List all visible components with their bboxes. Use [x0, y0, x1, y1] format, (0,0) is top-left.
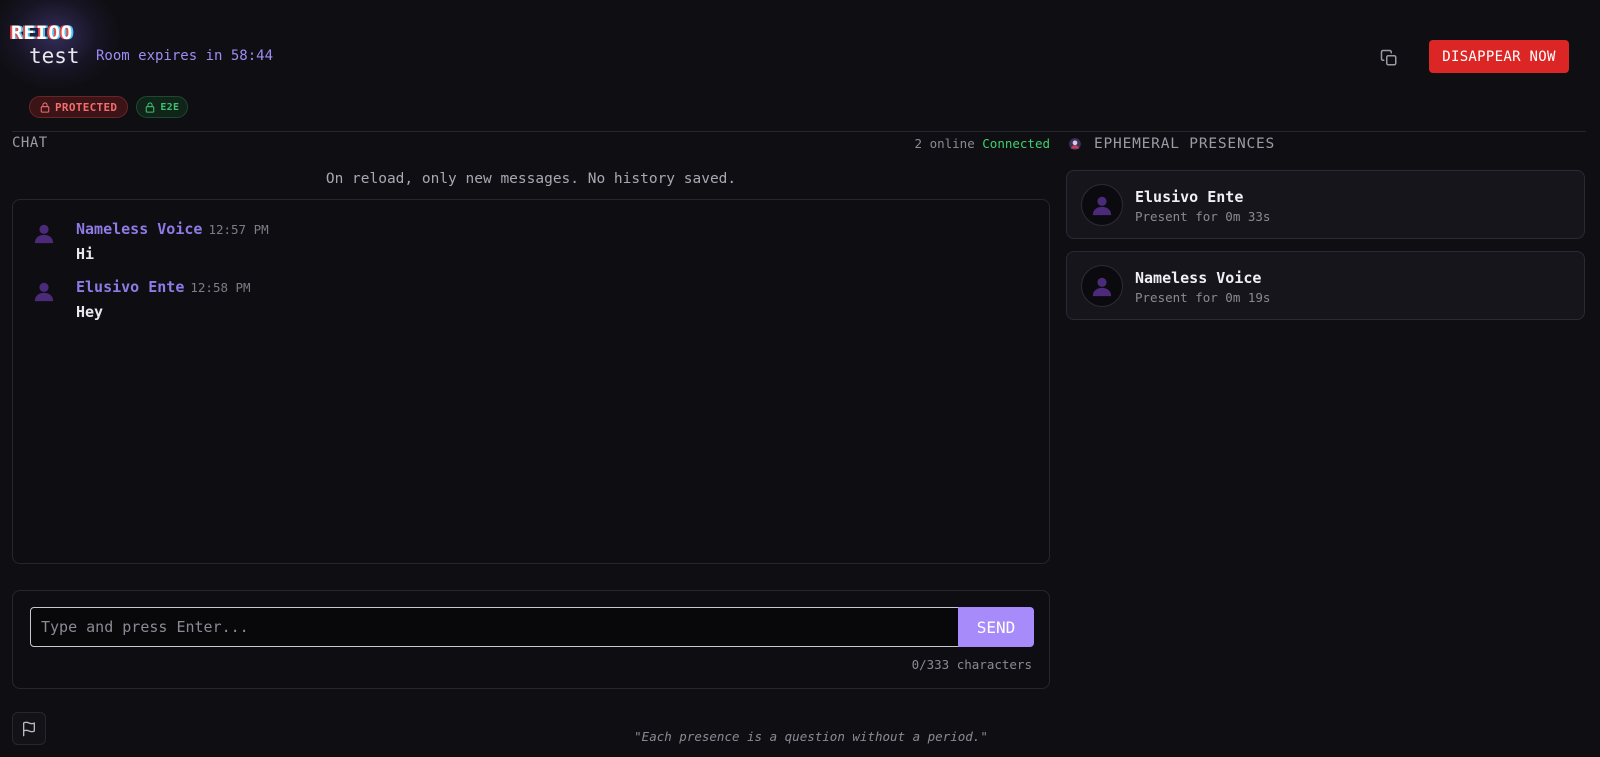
ghost-icon	[1069, 138, 1081, 150]
chat-title: CHAT	[12, 135, 48, 151]
presences-header: EPHEMERAL PRESENCES	[1068, 134, 1275, 154]
user-icon	[34, 224, 54, 244]
user-icon	[1092, 277, 1112, 297]
copy-link-button[interactable]	[1378, 47, 1400, 69]
user-icon	[34, 282, 54, 302]
presence-list: Elusivo Ente Present for 0m 33s Nameless…	[1066, 170, 1585, 332]
message-author: Nameless Voice 12:57 PM	[76, 220, 269, 238]
avatar	[1081, 265, 1123, 307]
presence-duration: Present for 0m 19s	[1135, 290, 1271, 305]
footer-quote: "Each presence is a question without a p…	[12, 729, 1588, 744]
send-button[interactable]: SEND	[958, 607, 1034, 647]
avatar	[1081, 184, 1123, 226]
presence-card: Elusivo Ente Present for 0m 33s	[1066, 170, 1585, 239]
app: REIOO test Room expires in 58:44 DISAPPE…	[0, 0, 1600, 757]
room-name: test	[29, 44, 80, 68]
copy-icon	[1380, 49, 1397, 66]
user-icon	[1092, 196, 1112, 216]
e2e-label: E2E	[160, 101, 180, 113]
message-list[interactable]: Nameless Voice 12:57 PM Hi Elusivo Ente 12…	[12, 199, 1050, 564]
presence-name: Nameless Voice	[1135, 269, 1262, 287]
security-badges: PROTECTED E2E	[29, 96, 189, 118]
e2e-badge: E2E	[136, 96, 189, 118]
character-count: 0/333 characters	[911, 657, 1032, 672]
message-time: 12:58 PM	[190, 280, 251, 295]
no-history-notice: On reload, only new messages. No history…	[325, 171, 737, 187]
message-text: Hey	[76, 303, 104, 321]
presences-title: EPHEMERAL PRESENCES	[1094, 136, 1276, 152]
quote-text: "Each presence is a question without a p…	[634, 729, 988, 744]
online-count: 2 online	[914, 136, 975, 151]
presence-name: Elusivo Ente	[1135, 188, 1244, 206]
message-time: 12:57 PM	[208, 222, 269, 237]
presence-duration: Present for 0m 33s	[1135, 209, 1271, 224]
chat-header: CHAT 2 online Connected	[12, 134, 1050, 154]
message-composer: SEND 0/333 characters	[12, 590, 1050, 689]
disappear-now-button[interactable]: DISAPPEAR NOW	[1429, 40, 1569, 73]
protected-badge: PROTECTED	[29, 96, 129, 118]
connected-label: Connected	[982, 136, 1050, 151]
connection-status: 2 online Connected	[915, 136, 1050, 151]
author-name: Nameless Voice	[76, 220, 203, 238]
lock-icon	[40, 101, 50, 113]
app-logo: REIOO	[11, 22, 74, 44]
header-divider	[12, 131, 1586, 132]
protected-label: PROTECTED	[55, 100, 118, 114]
message-input[interactable]	[30, 607, 960, 647]
message-text: Hi	[76, 245, 95, 263]
message-author: Elusivo Ente 12:58 PM	[76, 278, 251, 296]
lock-icon	[146, 101, 155, 113]
author-name: Elusivo Ente	[76, 278, 185, 296]
presence-card: Nameless Voice Present for 0m 19s	[1066, 251, 1585, 320]
room-expiry: Room expires in 58:44	[96, 48, 274, 64]
